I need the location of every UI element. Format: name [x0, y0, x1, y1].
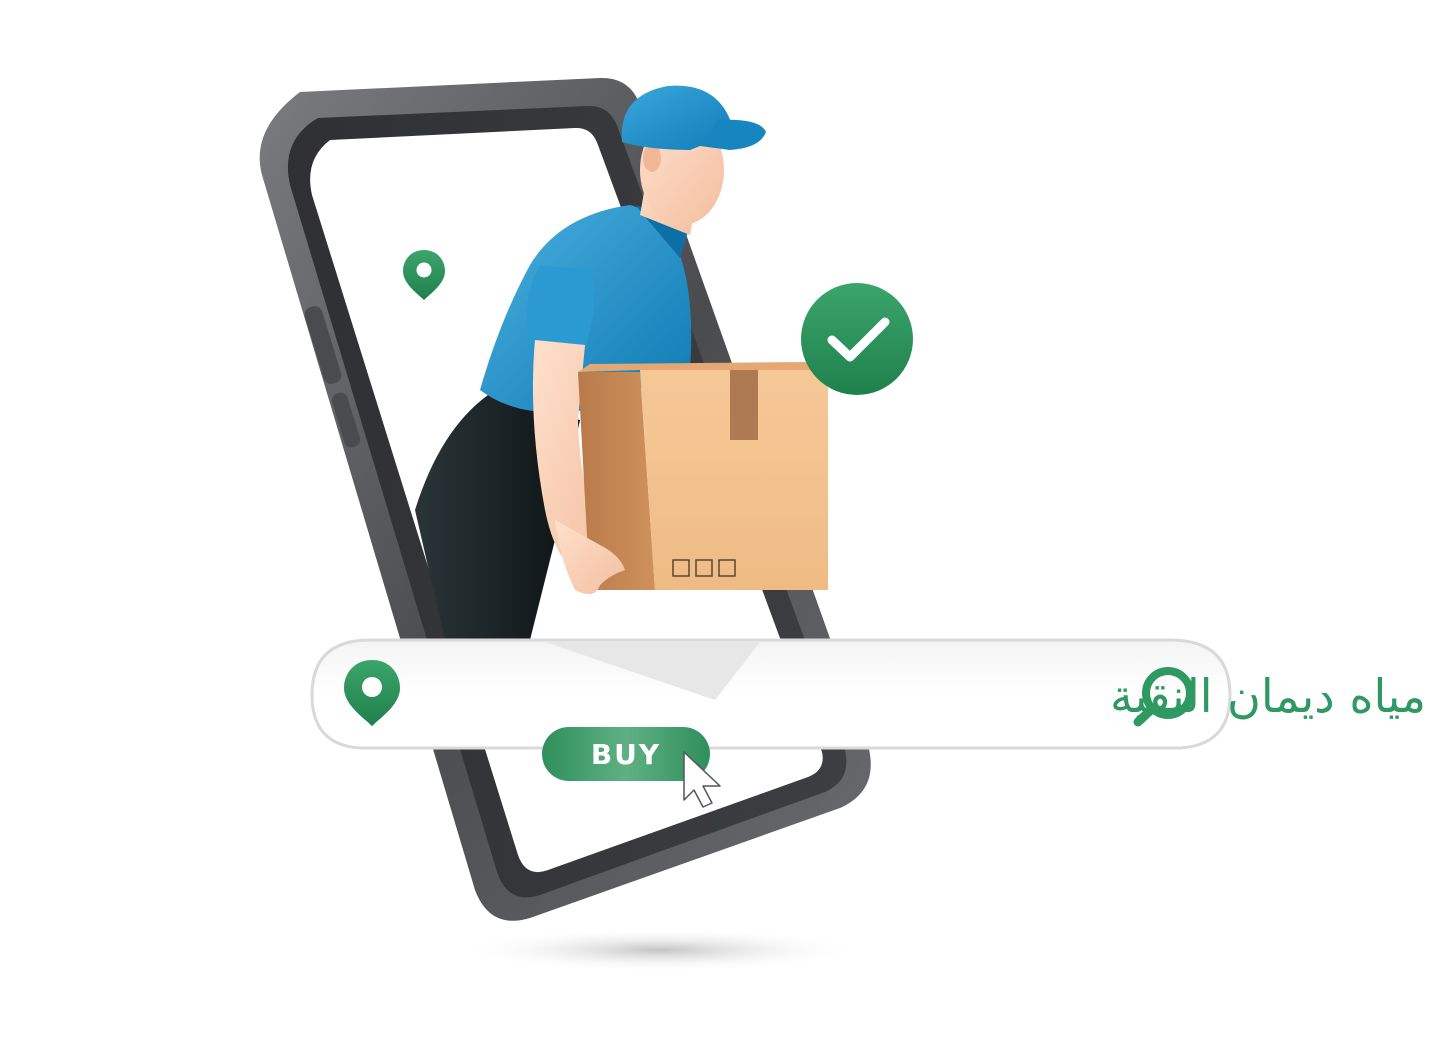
box-tape	[730, 370, 758, 440]
buy-button-label: BUY	[591, 738, 661, 771]
search-bar[interactable]: مياه ديمان النقية	[310, 638, 1426, 750]
phone-shadow	[460, 928, 860, 972]
check-badge	[801, 283, 913, 395]
sleeve	[526, 265, 594, 350]
delivery-illustration: مياه ديمان النقية BUY	[259, 77, 1426, 972]
